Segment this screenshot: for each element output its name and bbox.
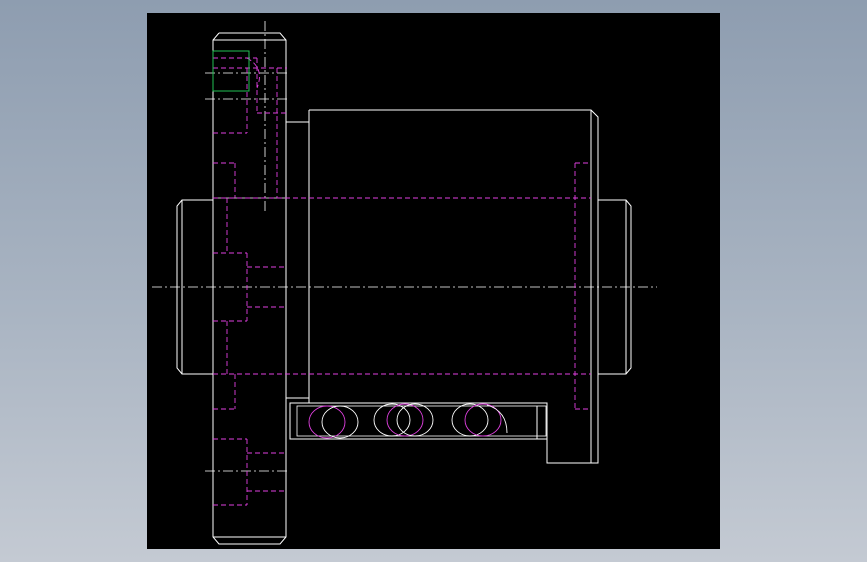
recirculating-balls — [308, 403, 508, 439]
ball-return-pocket — [289, 402, 548, 440]
ball-screw-nut-drawing — [152, 21, 657, 545]
flange-outline — [212, 32, 287, 545]
selection-highlight-box — [212, 50, 250, 92]
hidden-lines — [213, 57, 591, 506]
cad-viewer-window — [0, 0, 867, 562]
flange-neck — [286, 121, 310, 399]
cad-drawing-viewport[interactable] — [147, 13, 720, 549]
